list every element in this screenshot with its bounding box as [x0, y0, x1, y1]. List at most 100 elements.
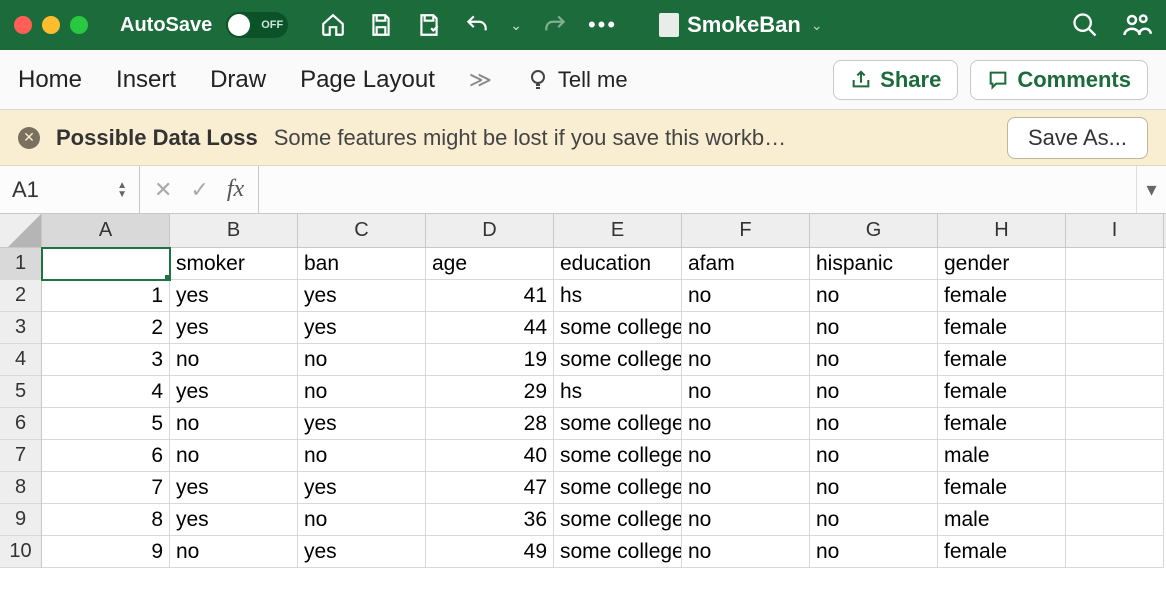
- column-header-H[interactable]: H: [938, 214, 1066, 247]
- redo-icon[interactable]: [540, 10, 570, 40]
- cell-E6[interactable]: some college: [554, 408, 682, 440]
- cell-F6[interactable]: no: [682, 408, 810, 440]
- comments-button[interactable]: Comments: [970, 60, 1148, 100]
- close-window-button[interactable]: [14, 16, 32, 34]
- cell-D5[interactable]: 29: [426, 376, 554, 408]
- cell-B10[interactable]: no: [170, 536, 298, 568]
- cell-G8[interactable]: no: [810, 472, 938, 504]
- row-header-7[interactable]: 7: [0, 440, 42, 472]
- search-icon[interactable]: [1070, 10, 1100, 40]
- cell-B6[interactable]: no: [170, 408, 298, 440]
- cell-E1[interactable]: education: [554, 248, 682, 280]
- save-icon[interactable]: [366, 10, 396, 40]
- formula-confirm-icon[interactable]: ✓: [190, 177, 208, 203]
- row-header-2[interactable]: 2: [0, 280, 42, 312]
- fx-label[interactable]: fx: [227, 176, 244, 203]
- cell-I4[interactable]: [1066, 344, 1164, 376]
- cell-D9[interactable]: 36: [426, 504, 554, 536]
- cell-C1[interactable]: ban: [298, 248, 426, 280]
- cell-F5[interactable]: no: [682, 376, 810, 408]
- cell-F8[interactable]: no: [682, 472, 810, 504]
- tell-me[interactable]: Tell me: [526, 67, 628, 93]
- cell-D2[interactable]: 41: [426, 280, 554, 312]
- cell-G4[interactable]: no: [810, 344, 938, 376]
- cell-H4[interactable]: female: [938, 344, 1066, 376]
- cell-G3[interactable]: no: [810, 312, 938, 344]
- cell-I3[interactable]: [1066, 312, 1164, 344]
- cell-F1[interactable]: afam: [682, 248, 810, 280]
- cell-D1[interactable]: age: [426, 248, 554, 280]
- cell-H6[interactable]: female: [938, 408, 1066, 440]
- ribbon-more-icon[interactable]: ≫: [469, 67, 492, 93]
- cell-G2[interactable]: no: [810, 280, 938, 312]
- cell-G6[interactable]: no: [810, 408, 938, 440]
- document-title-wrap[interactable]: SmokeBan ⌄: [659, 12, 822, 38]
- cell-I6[interactable]: [1066, 408, 1164, 440]
- cell-A9[interactable]: 8: [42, 504, 170, 536]
- cell-E3[interactable]: some college: [554, 312, 682, 344]
- cell-G1[interactable]: hispanic: [810, 248, 938, 280]
- cell-E9[interactable]: some college: [554, 504, 682, 536]
- cell-I10[interactable]: [1066, 536, 1164, 568]
- cell-A5[interactable]: 4: [42, 376, 170, 408]
- cell-B9[interactable]: yes: [170, 504, 298, 536]
- cell-C6[interactable]: yes: [298, 408, 426, 440]
- formula-expand-icon[interactable]: ▾: [1136, 166, 1166, 213]
- cell-E7[interactable]: some college: [554, 440, 682, 472]
- cell-H8[interactable]: female: [938, 472, 1066, 504]
- row-header-1[interactable]: 1: [0, 248, 42, 280]
- row-header-9[interactable]: 9: [0, 504, 42, 536]
- tab-draw[interactable]: Draw: [210, 66, 266, 94]
- cell-F2[interactable]: no: [682, 280, 810, 312]
- maximize-window-button[interactable]: [70, 16, 88, 34]
- column-header-G[interactable]: G: [810, 214, 938, 247]
- cell-C4[interactable]: no: [298, 344, 426, 376]
- cell-F9[interactable]: no: [682, 504, 810, 536]
- tab-page-layout[interactable]: Page Layout: [300, 66, 435, 94]
- cell-G5[interactable]: no: [810, 376, 938, 408]
- minimize-window-button[interactable]: [42, 16, 60, 34]
- cell-A7[interactable]: 6: [42, 440, 170, 472]
- row-header-10[interactable]: 10: [0, 536, 42, 568]
- cell-F4[interactable]: no: [682, 344, 810, 376]
- select-all-corner[interactable]: [0, 214, 42, 247]
- cell-B5[interactable]: yes: [170, 376, 298, 408]
- column-header-F[interactable]: F: [682, 214, 810, 247]
- row-header-4[interactable]: 4: [0, 344, 42, 376]
- cell-C3[interactable]: yes: [298, 312, 426, 344]
- cell-F3[interactable]: no: [682, 312, 810, 344]
- autosave-toggle[interactable]: OFF: [226, 12, 288, 38]
- cell-H7[interactable]: male: [938, 440, 1066, 472]
- cell-D8[interactable]: 47: [426, 472, 554, 504]
- formula-cancel-icon[interactable]: ✕: [154, 177, 172, 203]
- cell-A6[interactable]: 5: [42, 408, 170, 440]
- cell-C7[interactable]: no: [298, 440, 426, 472]
- column-header-D[interactable]: D: [426, 214, 554, 247]
- cell-C8[interactable]: yes: [298, 472, 426, 504]
- column-header-E[interactable]: E: [554, 214, 682, 247]
- cell-C5[interactable]: no: [298, 376, 426, 408]
- row-header-8[interactable]: 8: [0, 472, 42, 504]
- cell-E8[interactable]: some college: [554, 472, 682, 504]
- cell-A2[interactable]: 1: [42, 280, 170, 312]
- cell-H5[interactable]: female: [938, 376, 1066, 408]
- cell-D10[interactable]: 49: [426, 536, 554, 568]
- cell-H9[interactable]: male: [938, 504, 1066, 536]
- cell-I1[interactable]: [1066, 248, 1164, 280]
- warning-close-icon[interactable]: ✕: [18, 127, 40, 149]
- cell-B2[interactable]: yes: [170, 280, 298, 312]
- cell-B3[interactable]: yes: [170, 312, 298, 344]
- cell-D7[interactable]: 40: [426, 440, 554, 472]
- cell-D3[interactable]: 44: [426, 312, 554, 344]
- cell-H2[interactable]: female: [938, 280, 1066, 312]
- cell-A4[interactable]: 3: [42, 344, 170, 376]
- cell-D6[interactable]: 28: [426, 408, 554, 440]
- cell-B4[interactable]: no: [170, 344, 298, 376]
- cell-B8[interactable]: yes: [170, 472, 298, 504]
- save-as-button[interactable]: Save As...: [1007, 117, 1148, 159]
- cell-I2[interactable]: [1066, 280, 1164, 312]
- tab-insert[interactable]: Insert: [116, 66, 176, 94]
- cell-F10[interactable]: no: [682, 536, 810, 568]
- cell-C2[interactable]: yes: [298, 280, 426, 312]
- title-chevron-down-icon[interactable]: ⌄: [811, 17, 823, 34]
